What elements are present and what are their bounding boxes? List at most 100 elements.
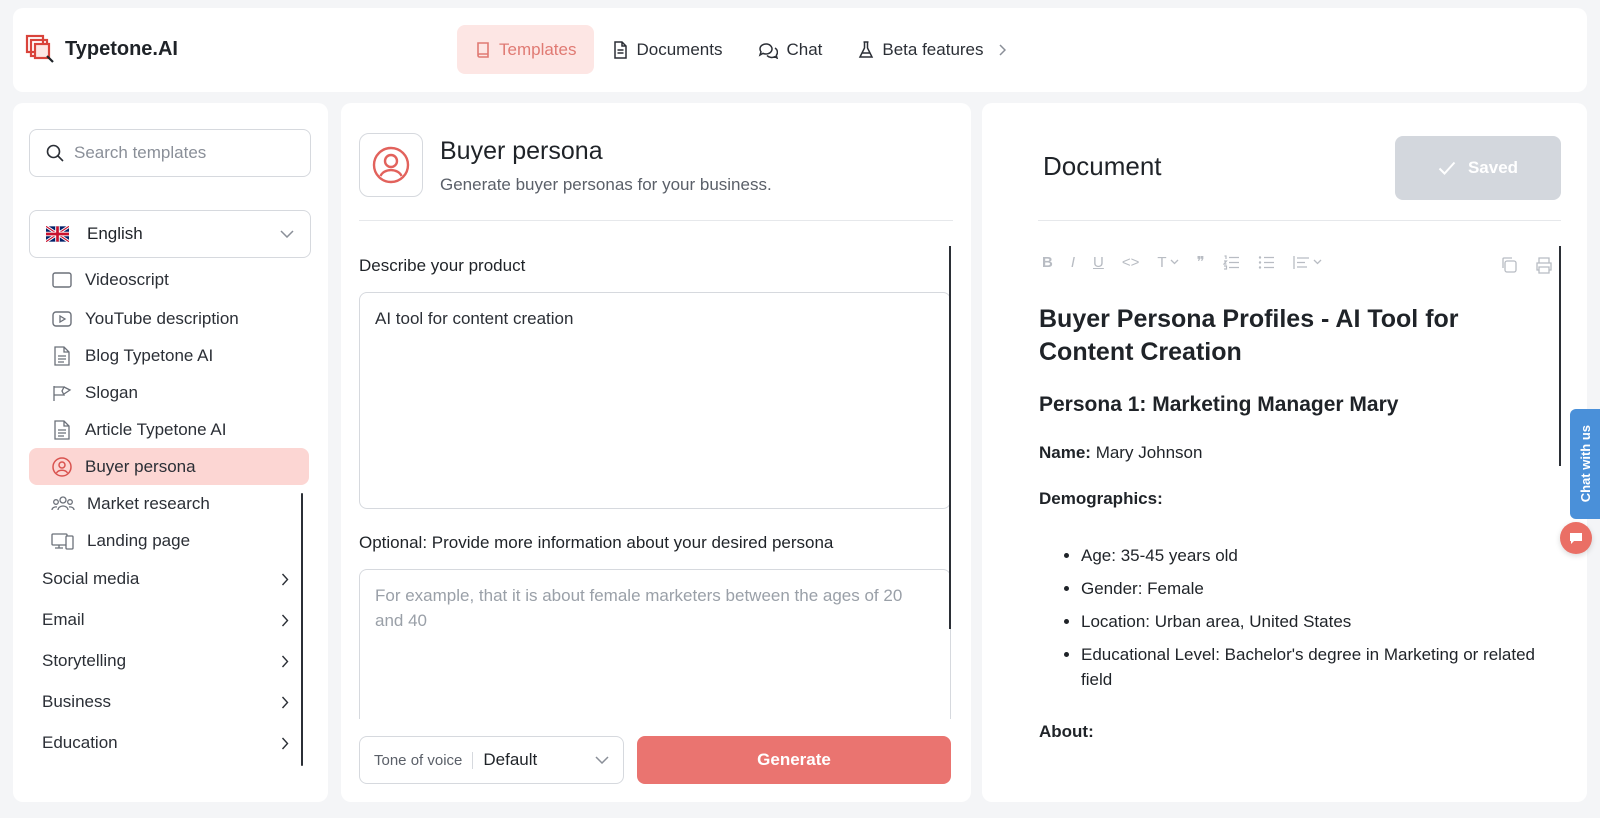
document-icon bbox=[614, 40, 628, 59]
chevron-right-icon bbox=[281, 655, 289, 667]
user-circle-icon bbox=[52, 456, 72, 477]
document-heading-2: Persona 1: Marketing Manager Mary bbox=[1039, 393, 1399, 416]
category-storytelling[interactable]: Storytelling bbox=[29, 641, 309, 681]
nav-label: Chat bbox=[786, 39, 823, 59]
template-item-buyer-persona[interactable]: Buyer persona bbox=[29, 448, 309, 485]
list-item: Location: Urban area, United States bbox=[1081, 609, 1559, 634]
generate-button[interactable]: Generate bbox=[637, 736, 951, 784]
template-label: Buyer persona bbox=[85, 456, 196, 476]
print-icon[interactable] bbox=[1535, 256, 1553, 274]
chevron-right-icon bbox=[281, 696, 289, 708]
divider bbox=[1038, 220, 1561, 221]
search-box[interactable] bbox=[29, 129, 311, 177]
document-scrollbar[interactable] bbox=[1559, 246, 1561, 466]
align-dropdown[interactable] bbox=[1292, 255, 1322, 270]
template-form-panel: Buyer persona Generate buyer personas fo… bbox=[341, 103, 971, 802]
document-panel: Document Saved B I U <> T ❞ Buyer Person… bbox=[982, 103, 1587, 802]
persona-field-label: Optional: Provide more information about… bbox=[359, 533, 834, 552]
flask-icon bbox=[859, 40, 874, 58]
template-item-market-research[interactable]: Market research bbox=[29, 485, 309, 522]
users-icon bbox=[51, 495, 75, 510]
nav-templates[interactable]: Templates bbox=[457, 25, 595, 74]
chevron-down-icon bbox=[1313, 259, 1322, 265]
template-label: Landing page bbox=[87, 530, 191, 550]
code-button[interactable]: <> bbox=[1122, 254, 1140, 271]
copy-icon[interactable] bbox=[1500, 256, 1518, 274]
language-label: English bbox=[87, 224, 143, 243]
chat-with-us-tab[interactable]: Chat with us bbox=[1570, 409, 1600, 519]
chat-with-us-label: Chat with us bbox=[1577, 425, 1593, 503]
bullet-list-button[interactable] bbox=[1258, 255, 1275, 270]
name-paragraph: Name: Mary Johnson bbox=[1039, 443, 1559, 463]
language-select[interactable]: English bbox=[29, 210, 311, 258]
nav-label: Templates bbox=[499, 39, 577, 59]
template-icon-box bbox=[359, 133, 423, 197]
category-label: Education bbox=[42, 733, 118, 752]
book-icon bbox=[477, 41, 489, 58]
template-label: Blog Typetone AI bbox=[85, 345, 214, 365]
search-icon bbox=[46, 144, 64, 162]
template-item-slogan[interactable]: Slogan bbox=[29, 374, 309, 411]
document-icon bbox=[54, 345, 70, 366]
chat-bubble-button[interactable] bbox=[1560, 522, 1592, 554]
saved-button[interactable]: Saved bbox=[1395, 136, 1561, 200]
youtube-icon bbox=[52, 310, 72, 327]
form-scrollbar[interactable] bbox=[949, 246, 951, 629]
about-label: About: bbox=[1039, 722, 1094, 741]
list-item: Age: 35-45 years old bbox=[1081, 543, 1559, 568]
nav-documents[interactable]: Documents bbox=[594, 25, 740, 74]
ordered-list-icon bbox=[1222, 254, 1239, 270]
document-heading-1: Buyer Persona Profiles - AI Tool for Con… bbox=[1039, 305, 1459, 366]
editor-toolbar: B I U <> T ❞ bbox=[1042, 253, 1322, 271]
typetone-logo-icon bbox=[25, 34, 54, 63]
template-item-landing-page[interactable]: Landing page bbox=[29, 522, 309, 559]
quote-button[interactable]: ❞ bbox=[1197, 253, 1205, 271]
category-label: Storytelling bbox=[42, 651, 127, 670]
underline-button[interactable]: U bbox=[1093, 254, 1104, 271]
template-item-article-typetone-ai[interactable]: Article Typetone AI bbox=[29, 411, 309, 448]
text-style-dropdown[interactable]: T bbox=[1157, 254, 1179, 271]
category-social-media[interactable]: Social media bbox=[29, 559, 309, 599]
template-subtitle: Generate buyer personas for your busines… bbox=[440, 175, 772, 194]
chevron-down-icon bbox=[280, 230, 294, 238]
top-bar: Typetone.AI Templates Documents Chat Bet… bbox=[13, 8, 1587, 92]
tone-of-voice-select[interactable]: Tone of voice Default bbox=[359, 736, 624, 784]
category-email[interactable]: Email bbox=[29, 600, 309, 640]
italic-button[interactable]: I bbox=[1071, 254, 1075, 271]
message-icon bbox=[1570, 532, 1582, 544]
list-item: Gender: Female bbox=[1081, 576, 1559, 601]
ordered-list-button[interactable] bbox=[1222, 254, 1240, 270]
app-name: Typetone.AI bbox=[65, 37, 178, 60]
search-input[interactable] bbox=[74, 143, 294, 163]
align-left-icon bbox=[1292, 255, 1309, 269]
main-nav: Templates Documents Chat Beta features bbox=[457, 25, 1024, 74]
bold-button[interactable]: B bbox=[1042, 254, 1053, 271]
category-education[interactable]: Education bbox=[29, 723, 309, 763]
tone-value: Default bbox=[483, 750, 538, 769]
template-label: Article Typetone AI bbox=[85, 419, 227, 439]
template-item-videoscript[interactable]: Videoscript bbox=[29, 269, 309, 298]
nav-chat[interactable]: Chat bbox=[740, 25, 840, 74]
category-label: Email bbox=[42, 610, 85, 629]
list-item: Educational Level: Bachelor's degree in … bbox=[1081, 642, 1559, 692]
template-item-youtube-description[interactable]: YouTube description bbox=[29, 300, 309, 337]
category-business[interactable]: Business bbox=[29, 682, 309, 722]
name-value: Mary Johnson bbox=[1090, 443, 1203, 462]
product-textarea[interactable]: AI tool for content creation bbox=[359, 292, 951, 509]
template-title: Buyer persona bbox=[440, 137, 603, 165]
persona-textarea[interactable]: For example, that it is about female mar… bbox=[359, 569, 951, 719]
demographics-list: Age: 35-45 years old Gender: Female Loca… bbox=[1039, 543, 1559, 692]
nav-beta-features[interactable]: Beta features bbox=[840, 25, 1023, 74]
category-label: Business bbox=[42, 692, 111, 711]
template-label: Slogan bbox=[85, 382, 138, 402]
template-item-blog-typetone-ai[interactable]: Blog Typetone AI bbox=[29, 337, 309, 374]
megaphone-icon bbox=[53, 385, 72, 401]
chevron-down-icon bbox=[595, 756, 609, 764]
logo[interactable]: Typetone.AI bbox=[25, 34, 178, 64]
nav-label: Documents bbox=[636, 39, 723, 59]
devices-icon bbox=[51, 532, 74, 550]
document-content[interactable]: Buyer Persona Profiles - AI Tool for Con… bbox=[1039, 303, 1559, 742]
saved-label: Saved bbox=[1467, 158, 1519, 177]
sidebar-scrollbar[interactable] bbox=[301, 493, 303, 766]
divider bbox=[359, 220, 953, 221]
